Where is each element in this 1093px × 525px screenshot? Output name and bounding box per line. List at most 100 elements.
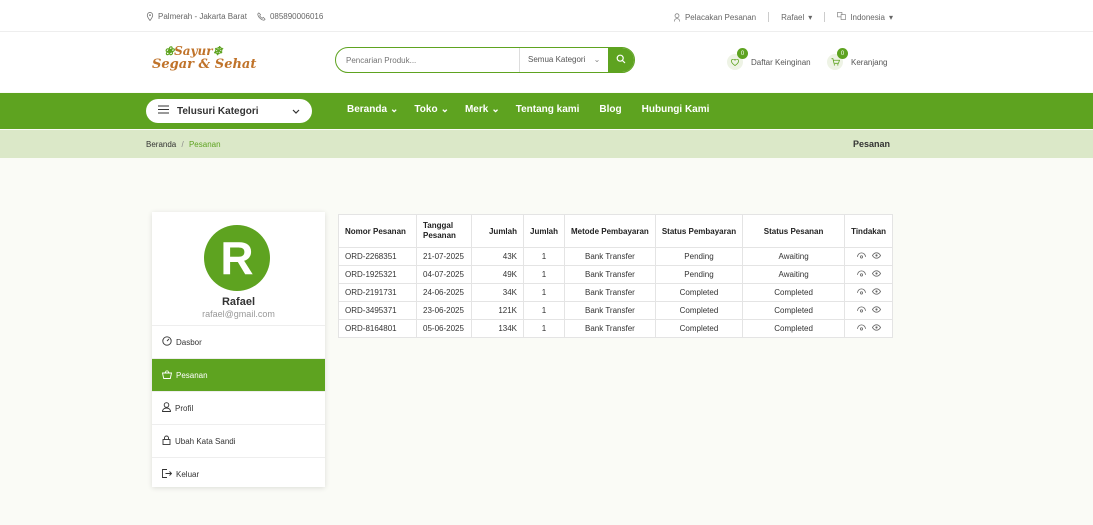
table-cell: ORD-8164801 xyxy=(338,319,417,338)
breadcrumb-current: Pesanan xyxy=(188,140,221,149)
search-button[interactable] xyxy=(608,48,634,72)
table-cell: Pending xyxy=(654,265,744,284)
table-row: ORD-2191731 24-06-2025 34K 1 Bank Transfer Co… xyxy=(338,283,894,302)
table-header-row: Nomor Pesanan Tanggal Pesanan Jumlah Jum… xyxy=(338,214,894,248)
language-label: Indonesia xyxy=(850,12,885,22)
cart-count-badge: 0 xyxy=(837,48,848,59)
user-name: Rafael xyxy=(221,296,256,308)
table-row: ORD-3495371 23-06-2025 121K 1 Bank Transfer C… xyxy=(338,301,894,320)
table-row: ORD-8164801 05-06-2025 134K 1 Bank Transfer C… xyxy=(338,319,894,338)
lock-icon xyxy=(162,435,171,447)
main-nav: Telusuri Kategori Beranda ⌄ Toko ⌄ Merk ⌄ T… xyxy=(0,93,1093,129)
table-row: ORD-2268351 21-07-2025 43K 1 Bank Transfer Pe… xyxy=(338,247,894,266)
search-icon xyxy=(616,54,626,66)
table-cell: Completed xyxy=(654,283,744,302)
menu-icon xyxy=(158,105,169,117)
user-dropdown-label: Rafael xyxy=(781,12,805,22)
table-cell: 1 xyxy=(522,247,566,266)
chevron-down-icon: ⌄ xyxy=(593,55,601,64)
nav-item-toko[interactable]: Toko ⌄ xyxy=(414,104,449,115)
track-order-icon[interactable] xyxy=(856,305,866,316)
basket-icon xyxy=(161,369,173,381)
chevron-down-icon: ⌄ xyxy=(491,104,500,115)
sidebar-item-profil[interactable]: Profil xyxy=(152,391,325,424)
table-cell: 134K xyxy=(471,319,524,338)
user-pin-icon xyxy=(673,12,681,22)
table-cell: Awaiting xyxy=(742,247,846,266)
table-cell: Awaiting xyxy=(742,265,846,284)
browse-categories-label: Telusuri Kategori xyxy=(177,105,259,117)
view-order-icon[interactable] xyxy=(871,324,881,333)
wishlist-link[interactable]: 0 Daftar Keinginan xyxy=(727,48,811,70)
sidebar-item-ubah-kata-sandi[interactable]: Ubah Kata Sandi xyxy=(152,424,325,457)
view-order-icon[interactable] xyxy=(871,270,881,279)
sidebar-item-keluar[interactable]: Keluar xyxy=(152,457,325,490)
cart-label: Keranjang xyxy=(851,57,888,67)
nav-item-merk[interactable]: Merk ⌄ xyxy=(465,104,500,115)
actions-cell xyxy=(844,265,894,284)
nav-item-label: Hubungi Kami xyxy=(641,104,710,115)
sidebar-item-label: Ubah Kata Sandi xyxy=(175,436,236,446)
view-order-icon[interactable] xyxy=(871,252,881,261)
table-cell: 34K xyxy=(471,283,524,302)
nav-item-label: Merk xyxy=(464,104,489,115)
nav-item-blog[interactable]: Blog xyxy=(599,104,621,115)
sidebar-item-label: Keluar xyxy=(176,469,200,479)
track-order-icon[interactable] xyxy=(856,323,866,334)
sidebar-item-label: Profil xyxy=(175,403,194,413)
sidebar-item-dasbor[interactable]: Dasbor xyxy=(152,325,325,358)
column-header: Status Pembayaran xyxy=(654,214,744,248)
track-order-icon[interactable] xyxy=(856,269,866,280)
nav-item-tentang-kami[interactable]: Tentang kami xyxy=(516,104,580,115)
table-cell: 1 xyxy=(522,283,566,302)
sidebar-item-pesanan[interactable]: Pesanan xyxy=(152,358,325,391)
nav-item-hubungi-kami[interactable]: Hubungi Kami xyxy=(642,104,710,115)
logout-icon xyxy=(162,468,173,480)
nav-item-label: Toko xyxy=(414,104,438,115)
browse-categories-button[interactable]: Telusuri Kategori xyxy=(146,99,312,123)
track-order-icon[interactable] xyxy=(856,251,866,262)
nav-item-label: Beranda xyxy=(347,104,388,115)
table-row: ORD-1925321 04-07-2025 49K 1 Bank Transfer Pe… xyxy=(338,265,894,284)
column-header: Tindakan xyxy=(844,214,894,248)
address-text: Palmerah - Jakarta Barat xyxy=(158,12,247,21)
search-input[interactable] xyxy=(346,52,516,68)
actions-cell xyxy=(844,283,894,302)
heart-icon: 0 xyxy=(727,48,748,70)
column-header: Metode Pembayaran xyxy=(564,214,656,248)
user-dropdown[interactable]: Rafael ▾ xyxy=(781,13,812,22)
avatar: R xyxy=(204,225,270,291)
nav-menu: Beranda ⌄ Toko ⌄ Merk ⌄ Tentang kami Blog H… xyxy=(347,104,709,115)
user-email: rafael@gmail.com xyxy=(202,309,275,319)
breadcrumb: Beranda / Pesanan xyxy=(146,140,221,149)
wishlist-count-badge: 0 xyxy=(737,48,748,59)
category-select[interactable]: Semua Kategori ⌄ xyxy=(519,48,609,72)
category-select-label: Semua Kategori xyxy=(528,55,586,64)
user-icon xyxy=(162,402,171,414)
page-title: Pesanan xyxy=(852,139,890,149)
column-header: Nomor Pesanan xyxy=(338,214,417,248)
table-cell: 43K xyxy=(471,247,524,266)
chevron-down-icon: ⌄ xyxy=(390,104,399,115)
track-order-link[interactable]: Pelacakan Pesanan xyxy=(673,13,756,22)
actions-cell xyxy=(844,319,894,338)
table-cell: 1 xyxy=(522,319,566,338)
site-logo[interactable]: ❀Sayur❄ Segar & Sehat xyxy=(152,44,256,72)
table-cell: 1 xyxy=(522,301,566,320)
table-cell: Completed xyxy=(742,301,846,320)
column-header: Tanggal Pesanan xyxy=(416,214,472,248)
view-order-icon[interactable] xyxy=(871,306,881,315)
nav-item-beranda[interactable]: Beranda ⌄ xyxy=(347,104,398,115)
language-dropdown[interactable]: Indonesia ▾ xyxy=(837,12,893,22)
table-cell: 04-07-2025 xyxy=(416,265,472,284)
table-cell: Completed xyxy=(654,319,744,338)
logo-line1: Sayur xyxy=(174,44,213,58)
breadcrumb-home-link[interactable]: Beranda xyxy=(146,140,176,149)
top-bar-actions: Pelacakan Pesanan Rafael ▾ Indonesia ▾ xyxy=(673,12,893,22)
track-order-icon[interactable] xyxy=(856,287,866,298)
table-cell: 05-06-2025 xyxy=(416,319,472,338)
location-pin-icon xyxy=(146,12,154,21)
cart-link[interactable]: 0 Keranjang xyxy=(827,48,888,70)
chevron-down-icon: ▾ xyxy=(808,12,813,22)
view-order-icon[interactable] xyxy=(871,288,881,297)
